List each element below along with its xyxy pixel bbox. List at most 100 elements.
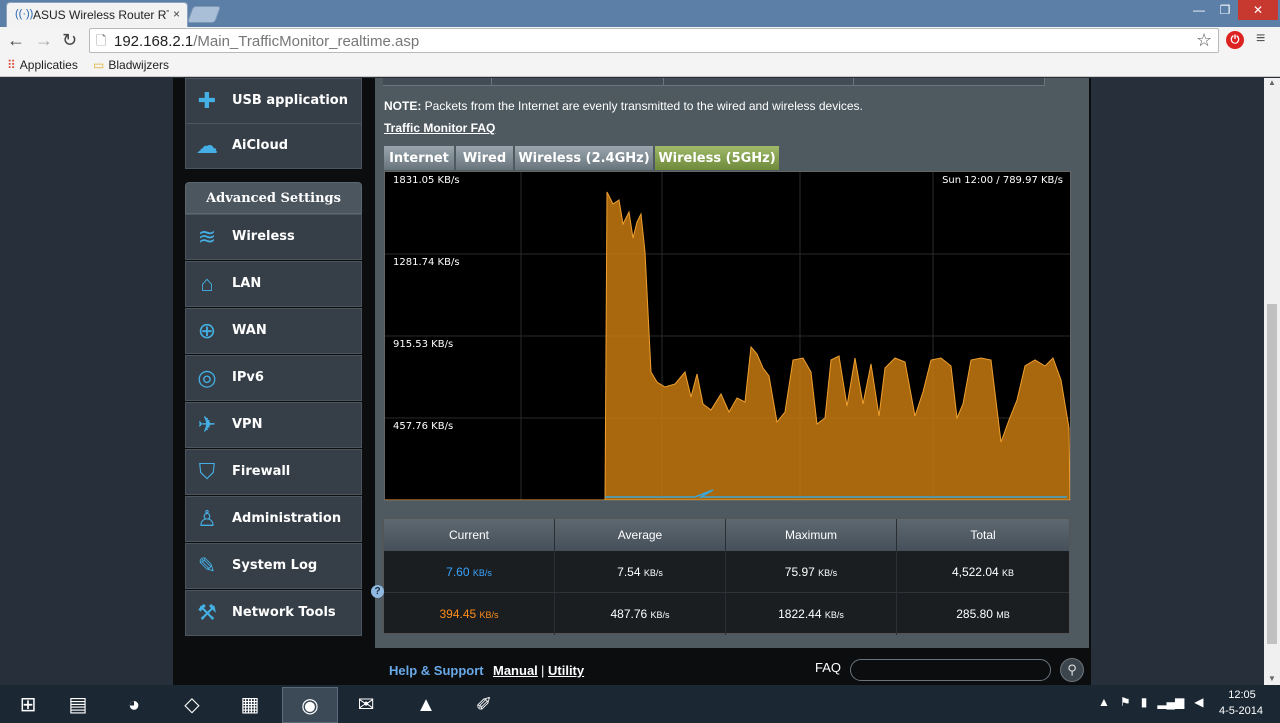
header-total: Total xyxy=(897,519,1069,551)
picasa-icon[interactable]: ◕ xyxy=(106,687,162,723)
windows-start-icon[interactable]: ⊞ xyxy=(0,687,56,723)
paint-icon[interactable]: ✐ xyxy=(456,687,512,723)
house-icon: ⌂ xyxy=(200,271,214,296)
new-tab-button[interactable] xyxy=(186,6,222,23)
tab-title: ASUS Wireless Router RT-N66U xyxy=(33,8,169,22)
menu-network-tools[interactable]: ⚒ Network Tools xyxy=(185,590,362,636)
url-text[interactable]: 192.168.2.1/Main_TrafficMonitor_realtime… xyxy=(114,33,419,50)
bookmark-bladwijzers[interactable]: ▭ Bladwijzers xyxy=(93,58,169,72)
bookmarks-bar: ⠿ Applicaties ▭ Bladwijzers xyxy=(0,55,1280,77)
y-label-4: 457.76 KB/s xyxy=(393,421,453,432)
person-icon: ♙ xyxy=(197,506,217,531)
scroll-up-icon[interactable]: ▲ xyxy=(1268,78,1276,87)
ipv6-globe-icon: ◎ xyxy=(197,365,217,390)
reload-icon[interactable]: ↻ xyxy=(62,31,77,49)
wireless-favicon-icon: ((·)) xyxy=(15,8,34,20)
top-tab-strip xyxy=(383,78,1045,86)
folder-icon: ▭ xyxy=(93,58,105,72)
menu-ipv6[interactable]: ◎ IPv6 xyxy=(185,355,362,401)
back-arrow-icon[interactable]: ← xyxy=(7,31,25,49)
scrollbar-thumb[interactable] xyxy=(1267,304,1277,644)
tx-current: 7.60 KB/s xyxy=(384,551,555,593)
page-scrollbar[interactable]: ▲ ▼ xyxy=(1264,78,1280,685)
menu-firewall[interactable]: ⛉ Firewall xyxy=(185,449,362,495)
file-explorer-icon[interactable]: ▤ xyxy=(50,687,106,723)
notepad-icon[interactable]: ▦ xyxy=(222,687,278,723)
faq-search-input[interactable] xyxy=(850,659,1051,681)
puzzle-icon: ✚ xyxy=(197,88,217,113)
forward-arrow-icon[interactable]: → xyxy=(35,31,53,49)
browser-titlebar: ((·)) ASUS Wireless Router RT-N66U × — ❐… xyxy=(0,0,1280,27)
traffic-monitor-panel: NOTE: Packets from the Internet are even… xyxy=(375,78,1089,648)
header-current: Current xyxy=(384,519,555,551)
clock-date[interactable]: 4-5-2014 xyxy=(1215,705,1267,717)
page-icon: 🗋 xyxy=(96,33,107,48)
window-maximize-button[interactable]: ❐ xyxy=(1212,0,1238,20)
menu-aicloud[interactable]: ☁ AiCloud xyxy=(185,123,362,169)
vlc-icon[interactable]: ▲ xyxy=(398,687,454,723)
utility-link[interactable]: Utility xyxy=(548,663,584,678)
address-bar[interactable]: 🗋 192.168.2.1/Main_TrafficMonitor_realti… xyxy=(89,28,1219,53)
manual-link[interactable]: Manual xyxy=(493,663,538,678)
adblock-extension-icon[interactable]: ⏻ xyxy=(1226,31,1244,49)
clock-time[interactable]: 12:05 xyxy=(1222,689,1262,701)
faq-label: FAQ xyxy=(815,660,842,675)
y-label-2: 1281.74 KB/s xyxy=(393,257,460,268)
note-text: NOTE: Packets from the Internet are even… xyxy=(384,99,863,113)
menu-wan[interactable]: ⊕ WAN xyxy=(185,308,362,354)
rx-traffic-area xyxy=(385,191,1070,500)
tab-wireless-5ghz[interactable]: Wireless (5GHz) xyxy=(654,145,780,171)
help-support-label: Help & Support xyxy=(389,663,484,678)
browser-menu-icon[interactable]: ≡ xyxy=(1256,30,1265,48)
rx-maximum: 1822.44 KB/s xyxy=(726,593,897,635)
shield-icon: ⛉ xyxy=(198,459,216,484)
menu-lan[interactable]: ⌂ LAN xyxy=(185,261,362,307)
traffic-graph-svg: 1831.05 KB/s 1281.74 KB/s 915.53 KB/s 45… xyxy=(385,172,1070,500)
y-label-3: 915.53 KB/s xyxy=(393,339,453,350)
rx-current: 394.45 KB/s xyxy=(384,593,555,635)
traffic-stats-table: Current Average Maximum Total 7.60 KB/s … xyxy=(383,518,1070,635)
menu-administration[interactable]: ♙ Administration xyxy=(185,496,362,542)
tab-wireless-24ghz[interactable]: Wireless (2.4GHz) xyxy=(514,145,654,171)
tray-flag-icon: ⚑ xyxy=(1119,695,1131,709)
traffic-monitor-faq-link[interactable]: Traffic Monitor FAQ xyxy=(384,121,495,135)
menu-wireless[interactable]: ≋ Wireless xyxy=(185,214,362,260)
tx-average: 7.54 KB/s xyxy=(555,551,726,593)
header-maximum: Maximum xyxy=(726,519,897,551)
tx-total: 4,522.04 KB xyxy=(951,565,1015,579)
menu-vpn[interactable]: ✈ VPN xyxy=(185,402,362,448)
scroll-down-icon[interactable]: ▼ xyxy=(1268,674,1276,683)
system-tray[interactable]: ▲ ⚑ ▮ ▂▄▆ ◀ xyxy=(1098,695,1204,709)
browser-toolbar: ← → ↻ 🗋 192.168.2.1/Main_TrafficMonitor_… xyxy=(0,27,1280,55)
tab-internet[interactable]: Internet xyxy=(383,145,455,171)
tab-wired[interactable]: Wired xyxy=(455,145,514,171)
router-page: ✚ USB application ☁ AiCloud Advanced Set… xyxy=(0,78,1264,685)
search-icon[interactable]: ⚲ xyxy=(1060,658,1084,682)
browser-tab[interactable]: ((·)) ASUS Wireless Router RT-N66U × xyxy=(6,2,188,27)
outlook-icon[interactable]: ✉ xyxy=(338,687,394,723)
tools-icon: ⚒ xyxy=(197,600,217,625)
tab-close-icon[interactable]: × xyxy=(173,7,180,21)
footer-separator: | xyxy=(541,663,545,678)
hover-readout: Sun 12:00 / 789.97 KB/s xyxy=(942,175,1063,186)
windows-taskbar: ⊞ ▤ ◕ ◇ ▦ ◉ ✉ ▲ ✐ ▲ ⚑ ▮ ▂▄▆ ◀ 12:05 4-5-… xyxy=(0,685,1280,723)
wifi-icon: ≋ xyxy=(197,224,217,249)
tray-signal-icon: ▂▄▆ xyxy=(1157,695,1185,709)
help-question-icon: ? xyxy=(371,585,384,598)
chrome-icon[interactable]: ◉ xyxy=(282,687,338,723)
advanced-settings-header: Advanced Settings xyxy=(185,182,362,214)
bookmark-star-icon[interactable]: ☆ xyxy=(1196,30,1212,51)
log-pen-icon: ✎ xyxy=(197,553,217,578)
menu-system-log[interactable]: ✎ System Log xyxy=(185,543,362,589)
tx-maximum: 75.97 KB/s xyxy=(726,551,897,593)
window-minimize-button[interactable]: — xyxy=(1186,0,1212,20)
y-label-top: 1831.05 KB/s xyxy=(393,175,460,186)
traffic-graph[interactable]: 1831.05 KB/s 1281.74 KB/s 915.53 KB/s 45… xyxy=(384,171,1071,501)
menu-usb-application[interactable]: ✚ USB application xyxy=(185,78,362,124)
tray-battery-icon: ▮ xyxy=(1140,695,1148,709)
teamviewer-icon[interactable]: ◇ xyxy=(164,687,220,723)
bookmark-applicaties[interactable]: ⠿ Applicaties xyxy=(7,58,78,72)
rx-total: 285.80 MB xyxy=(956,607,1010,621)
window-close-button[interactable]: ✕ xyxy=(1238,0,1278,20)
cloud-house-icon: ☁ xyxy=(196,133,218,158)
